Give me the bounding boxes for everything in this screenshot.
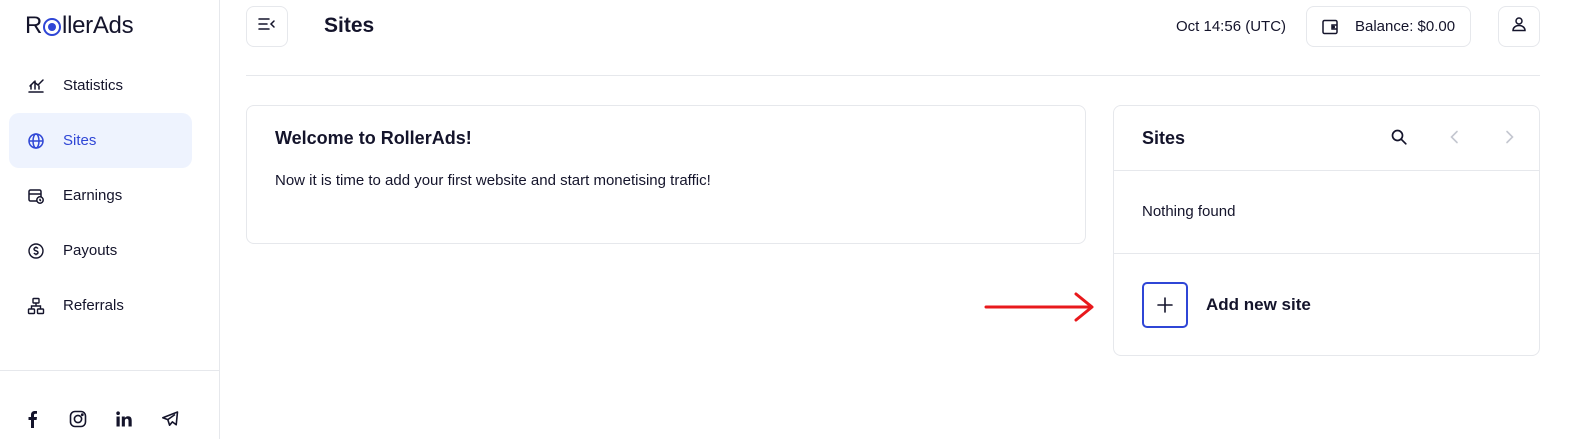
red-arrow-annotation	[984, 292, 1094, 322]
sidebar-item-sites[interactable]: Sites	[9, 113, 192, 168]
wallet-icon	[1321, 18, 1339, 36]
globe-icon	[27, 132, 45, 150]
chevron-right-icon[interactable]	[1500, 128, 1520, 148]
user-profile-button[interactable]	[1498, 6, 1540, 47]
rollerads-logo[interactable]: RllerAds	[25, 12, 134, 40]
utc-datetime: Oct 14:56 (UTC)	[1176, 18, 1287, 35]
header-divider	[246, 75, 1540, 76]
sites-panel: Sites Nothing found Add new site	[1113, 105, 1540, 356]
add-new-site-label: Add new site	[1206, 295, 1311, 314]
welcome-text: Now it is time to add your first website…	[275, 172, 711, 189]
collapse-menu-button[interactable]	[246, 6, 288, 47]
search-icon[interactable]	[1390, 128, 1410, 148]
sidebar-item-referrals[interactable]: Referrals	[9, 278, 192, 333]
sidebar-divider	[0, 370, 219, 371]
social-links	[22, 409, 180, 429]
sites-panel-header: Sites	[1114, 106, 1539, 171]
welcome-title: Welcome to RollerAds!	[275, 128, 472, 148]
instagram-icon[interactable]	[68, 409, 88, 429]
dollar-coin-icon	[27, 242, 45, 260]
earnings-icon	[27, 187, 45, 205]
menu-collapse-icon	[258, 17, 276, 36]
statistics-icon	[27, 77, 45, 95]
sidebar-item-statistics[interactable]: Statistics	[9, 58, 192, 113]
logo-text-end: llerAds	[62, 12, 134, 39]
telegram-icon[interactable]	[160, 409, 180, 429]
logo-text-start: R	[25, 12, 43, 39]
sidebar-item-label: Statistics	[63, 77, 124, 94]
page-title: Sites	[324, 14, 375, 37]
facebook-icon[interactable]	[22, 409, 42, 429]
balance-label: Balance: $0.00	[1355, 18, 1456, 35]
user-icon	[1511, 16, 1527, 37]
sidebar-item-label: Referrals	[63, 297, 124, 314]
chevron-left-icon[interactable]	[1446, 128, 1466, 148]
sidebar-item-payouts[interactable]: Payouts	[9, 223, 192, 278]
sidebar-item-label: Sites	[63, 132, 97, 149]
plus-icon	[1142, 282, 1188, 328]
add-new-site-button[interactable]: Add new site	[1142, 282, 1311, 328]
sidebar: RllerAds Statistics Sites Earnings Payou…	[0, 0, 220, 439]
nothing-found-text: Nothing found	[1142, 203, 1236, 220]
sites-empty-state: Nothing found	[1114, 171, 1539, 254]
linkedin-icon[interactable]	[114, 409, 134, 429]
logo-target-icon	[43, 18, 62, 36]
sidebar-item-label: Earnings	[63, 187, 123, 204]
sites-panel-title: Sites	[1142, 128, 1186, 148]
network-icon	[27, 297, 45, 315]
welcome-card: Welcome to RollerAds! Now it is time to …	[246, 105, 1086, 244]
sidebar-item-earnings[interactable]: Earnings	[9, 168, 192, 223]
balance-button[interactable]: Balance: $0.00	[1306, 6, 1471, 47]
sidebar-item-label: Payouts	[63, 242, 118, 259]
sidebar-nav: Statistics Sites Earnings Payouts Referr…	[9, 58, 192, 333]
